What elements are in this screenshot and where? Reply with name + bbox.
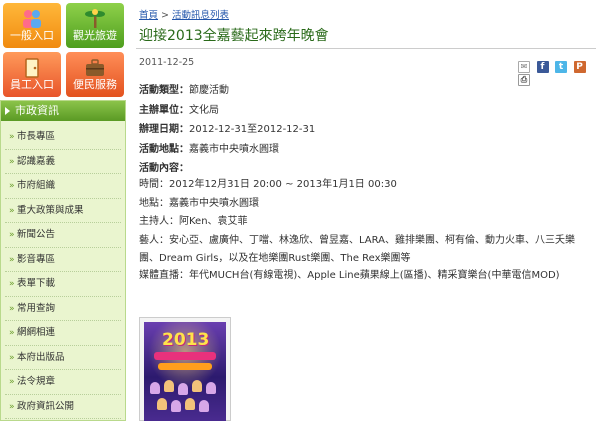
bullet-icon: » <box>9 205 15 216</box>
bullet-icon: » <box>9 401 15 412</box>
citizen-service-tile[interactable]: 便民服務 <box>66 52 124 97</box>
content-host: 主持人：阿Ken、袁艾菲 <box>139 216 248 227</box>
bullet-icon: » <box>9 156 15 167</box>
event-poster-image: 2013 <box>144 322 226 421</box>
event-date-row: 辦理日期：2012-12-31至2012-12-31 <box>139 120 315 135</box>
menu-item-regulations[interactable]: » 法令規章 <box>5 370 121 395</box>
bullet-icon: » <box>9 254 15 265</box>
plurk-icon[interactable]: P <box>573 61 586 73</box>
twitter-icon[interactable]: t <box>555 61 567 73</box>
event-date-label: 辦理日期： <box>139 124 189 135</box>
general-entrance-tile[interactable]: 一般入口 <box>3 3 61 48</box>
page-title: 迎接2013全嘉藝起來跨年晚會 <box>139 28 329 44</box>
content-media: 媒體直播：年代MUCH台(有線電視)、Apple Line蘋果線上(區播)、精采… <box>139 270 560 281</box>
bullet-icon: » <box>9 352 15 363</box>
menu-item-news[interactable]: » 新聞公告 <box>5 223 121 248</box>
poster-subbanner <box>158 363 212 370</box>
city-info-title: 市政資訊 <box>15 104 59 117</box>
tourism-tile[interactable]: 觀光旅遊 <box>66 3 124 48</box>
organizer-value: 文化局 <box>189 105 219 116</box>
breadcrumb-separator: > <box>161 10 169 21</box>
poster-banner <box>154 352 216 360</box>
menu-item-policy[interactable]: » 重大政策與成果 <box>5 199 121 223</box>
content-time: 時間：2012年12月31日 20:00 ~ 2013年1月1日 00:30 <box>139 179 397 190</box>
menu-item-mayor[interactable]: » 市長專區 <box>5 125 121 150</box>
menu-item-forms[interactable]: » 表單下載 <box>5 272 121 297</box>
city-info-panel: 市政資訊 » 市長專區 » 認識嘉義 » 市府組織 » 重大政策與成果 » 新聞公告 » 影… <box>0 100 126 421</box>
menu-item-organization[interactable]: » 市府組織 <box>5 174 121 199</box>
menu-item-query[interactable]: » 常用查詢 <box>5 297 121 321</box>
facebook-icon[interactable]: f <box>536 61 549 73</box>
event-content-label: 活動內容： <box>139 163 189 174</box>
bullet-icon: » <box>9 230 15 240</box>
content-place: 地點：嘉義市中央噴水圓環 <box>139 198 259 209</box>
event-location-row: 活動地點：嘉義市中央噴水圓環 <box>139 140 279 155</box>
city-info-menu: » 市長專區 » 認識嘉義 » 市府組織 » 重大政策與成果 » 新聞公告 » 影音專區 »… <box>1 121 125 419</box>
staff-entrance-tile[interactable]: 員工入口 <box>3 52 61 97</box>
event-location-value: 嘉義市中央噴水圓環 <box>189 144 279 155</box>
city-info-header: 市政資訊 <box>1 101 125 121</box>
event-type-value: 節慶活動 <box>189 85 229 96</box>
organizer-row: 主辦單位：文化局 <box>139 101 219 116</box>
share-toolbar: ✉ f t P ⎙ <box>518 61 600 86</box>
bullet-icon: » <box>9 132 15 142</box>
breadcrumb-event-list-link[interactable]: 活動訊息列表 <box>172 10 229 21</box>
bullet-icon: » <box>9 279 15 289</box>
event-type-label: 活動類型： <box>139 85 189 96</box>
menu-item-gov-info[interactable]: » 政府資訊公開 <box>5 395 121 419</box>
main-content: 首頁 > 活動訊息列表 迎接2013全嘉藝起來跨年晚會 2011-12-25 ✉ f… <box>136 0 600 421</box>
print-icon[interactable]: ⎙ <box>518 74 530 86</box>
menu-item-about-chiayi[interactable]: » 認識嘉義 <box>5 150 121 174</box>
publish-date: 2011-12-25 <box>139 57 195 68</box>
arrow-icon <box>5 107 10 115</box>
content-artists: 藝人：安心亞、盧廣仲、丁噹、林逸欣、曾昱嘉、LARA、雞排樂團、柯有倫、動力火車… <box>139 235 576 264</box>
event-location-label: 活動地點： <box>139 144 189 155</box>
menu-item-links[interactable]: » 網網相連 <box>5 321 121 346</box>
menu-item-publications[interactable]: » 本府出版品 <box>5 346 121 370</box>
poster-year: 2013 <box>162 330 210 350</box>
event-type-row: 活動類型：節慶活動 <box>139 81 229 96</box>
organizer-label: 主辦單位： <box>139 105 189 116</box>
title-divider <box>136 48 596 49</box>
event-date-value: 2012-12-31至2012-12-31 <box>189 124 316 135</box>
breadcrumb-home-link[interactable]: 首頁 <box>139 10 158 21</box>
menu-item-video[interactable]: » 影音專區 <box>5 248 121 272</box>
poster-performers <box>148 378 222 418</box>
event-poster-thumbnail[interactable]: 2013 <box>139 317 231 421</box>
bullet-icon: » <box>9 303 15 314</box>
citizen-service-label: 便民服務 <box>73 78 117 91</box>
bullet-icon: » <box>9 328 15 338</box>
bullet-icon: » <box>9 377 15 387</box>
breadcrumb: 首頁 > 活動訊息列表 <box>139 7 229 21</box>
left-column: 一般入口 觀光旅遊 員工入口 便民服務 市政資訊 » 市長專區 » 認識嘉義 »… <box>0 0 126 421</box>
mail-icon[interactable]: ✉ <box>518 61 530 73</box>
event-content-row: 活動內容： <box>139 159 189 174</box>
tourism-label: 觀光旅遊 <box>73 29 117 42</box>
staff-entrance-label: 員工入口 <box>10 78 54 91</box>
general-entrance-label: 一般入口 <box>10 29 54 42</box>
bullet-icon: » <box>9 181 15 191</box>
